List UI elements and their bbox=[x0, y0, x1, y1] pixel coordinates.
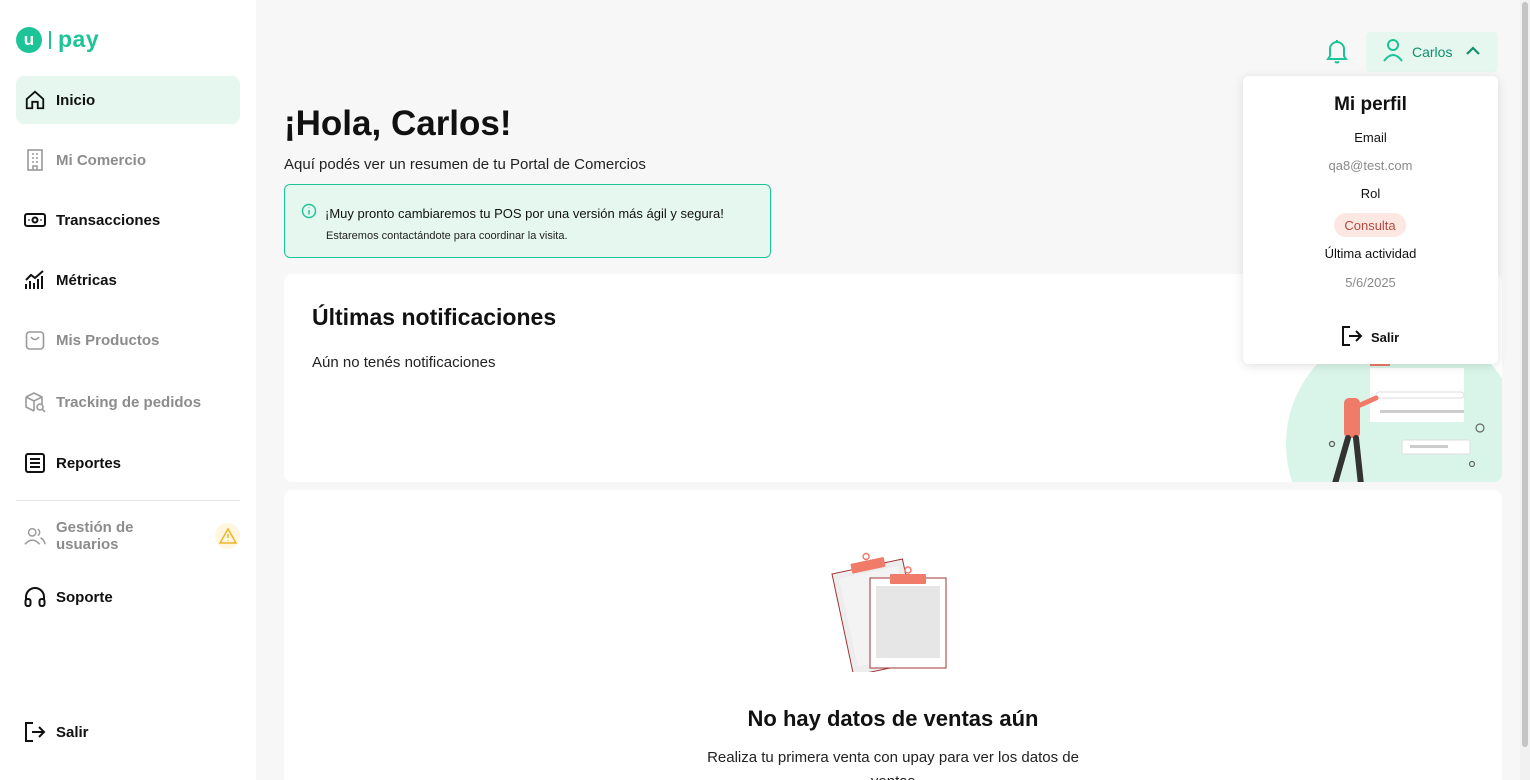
profile-email-value: qa8@test.com bbox=[1328, 158, 1413, 173]
package-search-icon bbox=[24, 391, 46, 413]
page-subtitle: Aquí podés ver un resumen de tu Portal d… bbox=[284, 156, 646, 173]
sales-card: No hay datos de ventas aún Realiza tu pr… bbox=[284, 490, 1502, 780]
chart-icon bbox=[24, 269, 46, 291]
sidebar-item-label: Mis Productos bbox=[56, 331, 160, 349]
sidebar-item-soporte[interactable]: Soporte bbox=[16, 573, 240, 621]
profile-activity-value: 5/6/2025 bbox=[1345, 275, 1396, 290]
page-title: ¡Hola, Carlos! bbox=[284, 104, 512, 143]
info-icon bbox=[301, 203, 317, 224]
profile-role-badge: Consulta bbox=[1334, 213, 1406, 237]
building-icon bbox=[24, 149, 46, 171]
sidebar-item-mis-productos[interactable]: Mis Productos bbox=[16, 316, 240, 364]
sidebar-divider bbox=[16, 500, 240, 501]
logout-icon bbox=[24, 721, 46, 743]
profile-title: Mi perfil bbox=[1334, 94, 1407, 115]
page-scrollbar[interactable] bbox=[1520, 0, 1530, 780]
sidebar-item-label: Inicio bbox=[56, 91, 96, 109]
sidebar-item-reportes[interactable]: Reportes bbox=[16, 439, 240, 487]
user-icon bbox=[1382, 38, 1404, 67]
sidebar-item-inicio[interactable]: Inicio bbox=[16, 76, 240, 124]
sidebar-item-gestion-usuarios[interactable]: Gestión de usuarios bbox=[16, 512, 240, 560]
notifications-title: Últimas notificaciones bbox=[312, 304, 557, 330]
sidebar-item-label: Transacciones bbox=[56, 211, 161, 229]
profile-activity-label: Última actividad bbox=[1324, 246, 1417, 261]
scrollbar-thumb[interactable] bbox=[1522, 2, 1528, 747]
sidebar-item-label: Reportes bbox=[56, 454, 122, 472]
sidebar-item-tracking[interactable]: Tracking de pedidos bbox=[16, 378, 240, 426]
users-icon bbox=[24, 525, 46, 547]
logo-separator bbox=[49, 30, 51, 49]
sidebar-item-transacciones[interactable]: Transacciones bbox=[16, 196, 240, 244]
profile-dropdown: Mi perfil Email qa8@test.com Rol Consult… bbox=[1243, 76, 1498, 364]
user-name: Carlos bbox=[1412, 44, 1453, 60]
logout-icon bbox=[1341, 326, 1363, 349]
sidebar-item-label: Métricas bbox=[56, 271, 117, 289]
profile-logout-label: Salir bbox=[1371, 330, 1400, 345]
alert-title: ¡Muy pronto cambiaremos tu POS por una v… bbox=[325, 206, 724, 221]
sidebar-item-label: Soporte bbox=[56, 588, 113, 606]
home-icon bbox=[24, 89, 46, 111]
user-menu-button[interactable]: Carlos bbox=[1366, 32, 1498, 72]
sales-empty-description: Realiza tu primera venta con upay para v… bbox=[707, 749, 1079, 780]
upay-logo[interactable]: u pay bbox=[16, 26, 99, 53]
sidebar-item-label: Mi Comercio bbox=[56, 151, 147, 169]
profile-logout-button[interactable]: Salir bbox=[1341, 326, 1399, 349]
logo-mark: u bbox=[16, 26, 42, 53]
logout-label: Salir bbox=[56, 723, 89, 741]
sidebar-logout-button[interactable]: Salir bbox=[16, 708, 240, 756]
sidebar-item-label: Tracking de pedidos bbox=[56, 393, 202, 411]
warning-icon bbox=[215, 523, 240, 549]
logo-text: pay bbox=[58, 26, 100, 52]
bell-icon bbox=[1326, 38, 1348, 69]
sidebar: u pay Inicio Mi Comercio Transacciones M… bbox=[0, 0, 256, 780]
bag-icon bbox=[24, 329, 46, 351]
sidebar-item-mi-comercio[interactable]: Mi Comercio bbox=[16, 136, 240, 184]
report-icon bbox=[24, 452, 46, 474]
cash-icon bbox=[24, 209, 46, 231]
sidebar-item-metricas[interactable]: Métricas bbox=[16, 256, 240, 304]
pos-info-alert: ¡Muy pronto cambiaremos tu POS por una v… bbox=[284, 184, 771, 258]
profile-email-label: Email bbox=[1354, 130, 1387, 145]
notifications-bell-button[interactable] bbox=[1322, 38, 1352, 68]
chevron-up-icon bbox=[1466, 43, 1481, 61]
headset-icon bbox=[24, 586, 46, 608]
profile-role-label: Rol bbox=[1360, 186, 1381, 201]
sidebar-item-label: Gestión de usuarios bbox=[56, 519, 134, 553]
notifications-empty-text: Aún no tenés notificaciones bbox=[312, 354, 496, 371]
sales-empty-title: No hay datos de ventas aún bbox=[747, 706, 1039, 731]
clipboard-illustration bbox=[831, 552, 947, 672]
alert-description: Estaremos contactándote para coordinar l… bbox=[326, 230, 568, 242]
